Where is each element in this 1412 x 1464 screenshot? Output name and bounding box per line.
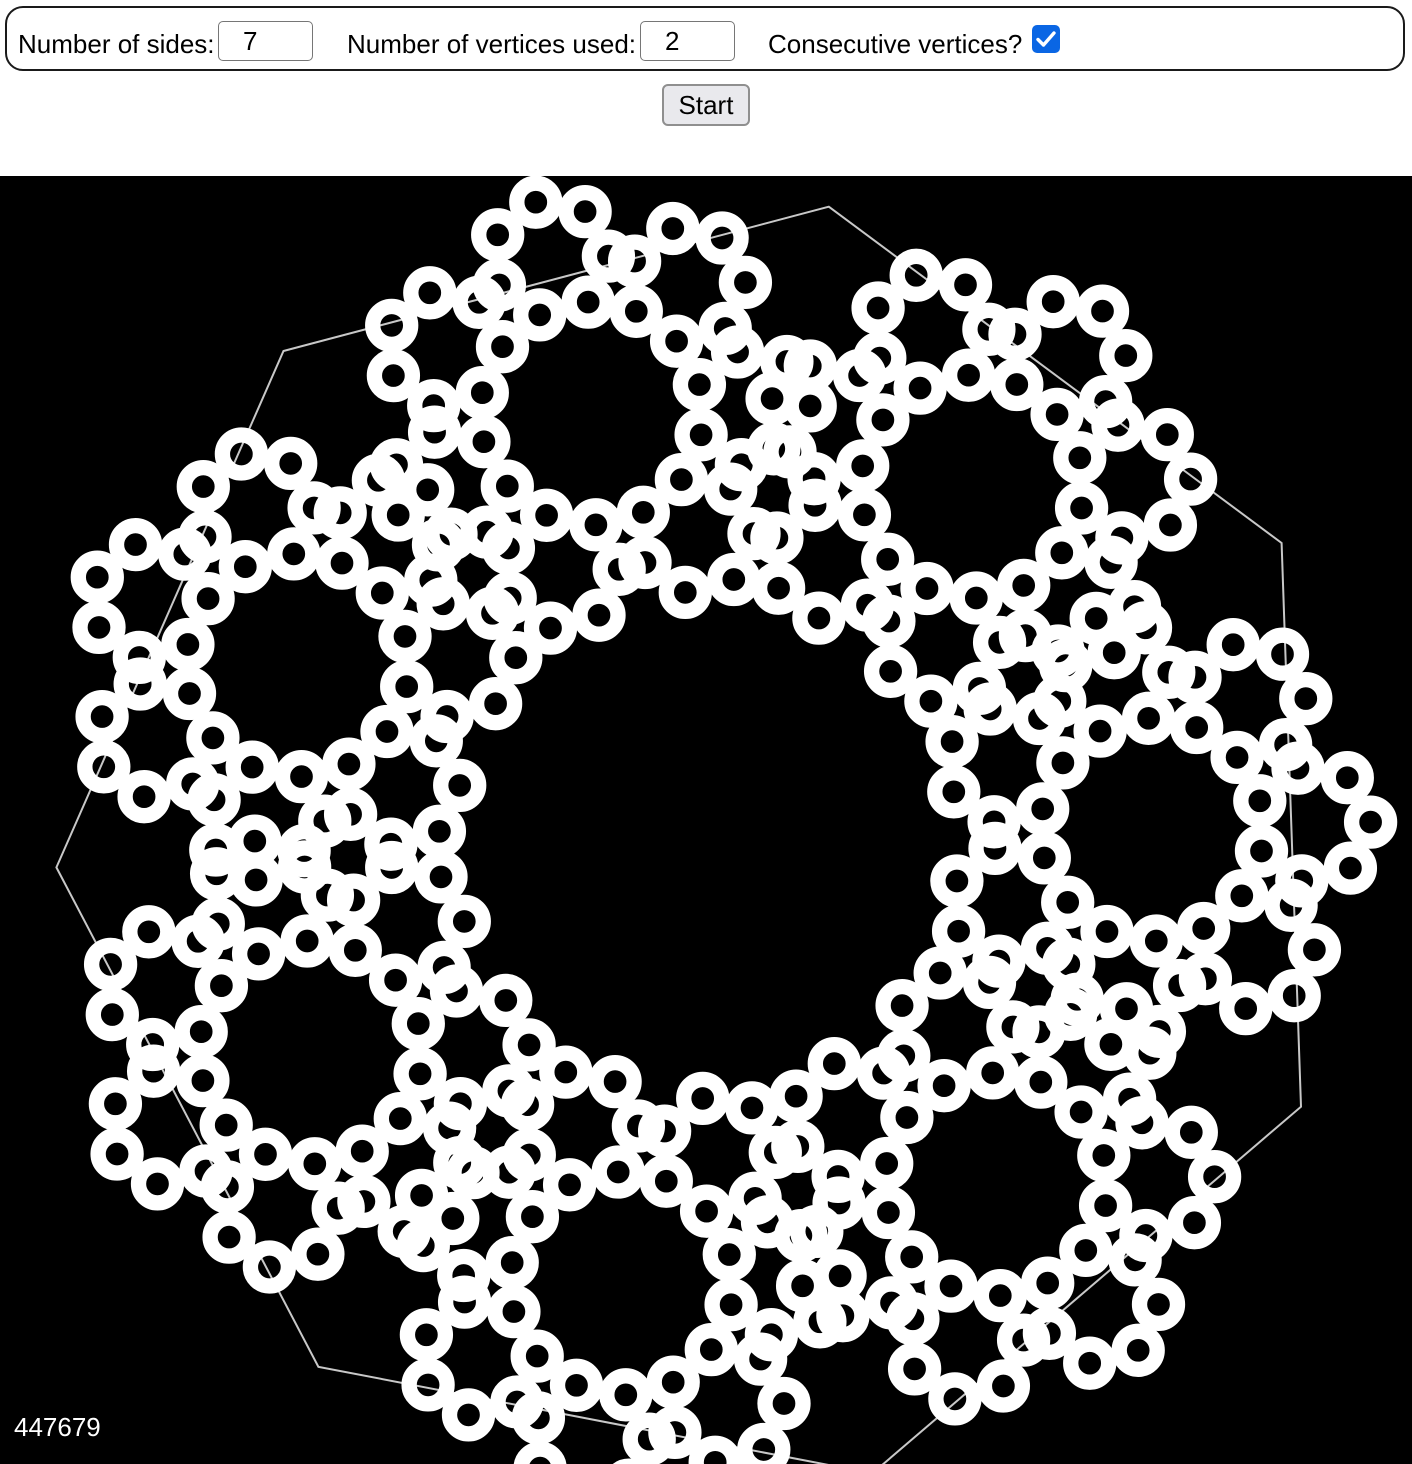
controls-panel: Number of sides: Number of vertices used…	[5, 6, 1405, 71]
sides-label: Number of sides:	[18, 29, 215, 59]
fractal-points	[70, 176, 1398, 1464]
chaos-game-fractal	[55, 176, 1398, 1464]
start-button[interactable]: Start	[662, 84, 750, 126]
vertices-label: Number of vertices used:	[347, 29, 637, 59]
point-counter: 447679	[14, 1412, 101, 1442]
sides-input[interactable]	[218, 21, 313, 61]
consecutive-label: Consecutive vertices?	[768, 29, 1023, 59]
vertices-input[interactable]	[640, 21, 735, 61]
consecutive-checkbox[interactable]	[1032, 25, 1060, 53]
checkmark-icon	[1036, 31, 1056, 47]
fractal-canvas: 447679	[0, 176, 1412, 1464]
